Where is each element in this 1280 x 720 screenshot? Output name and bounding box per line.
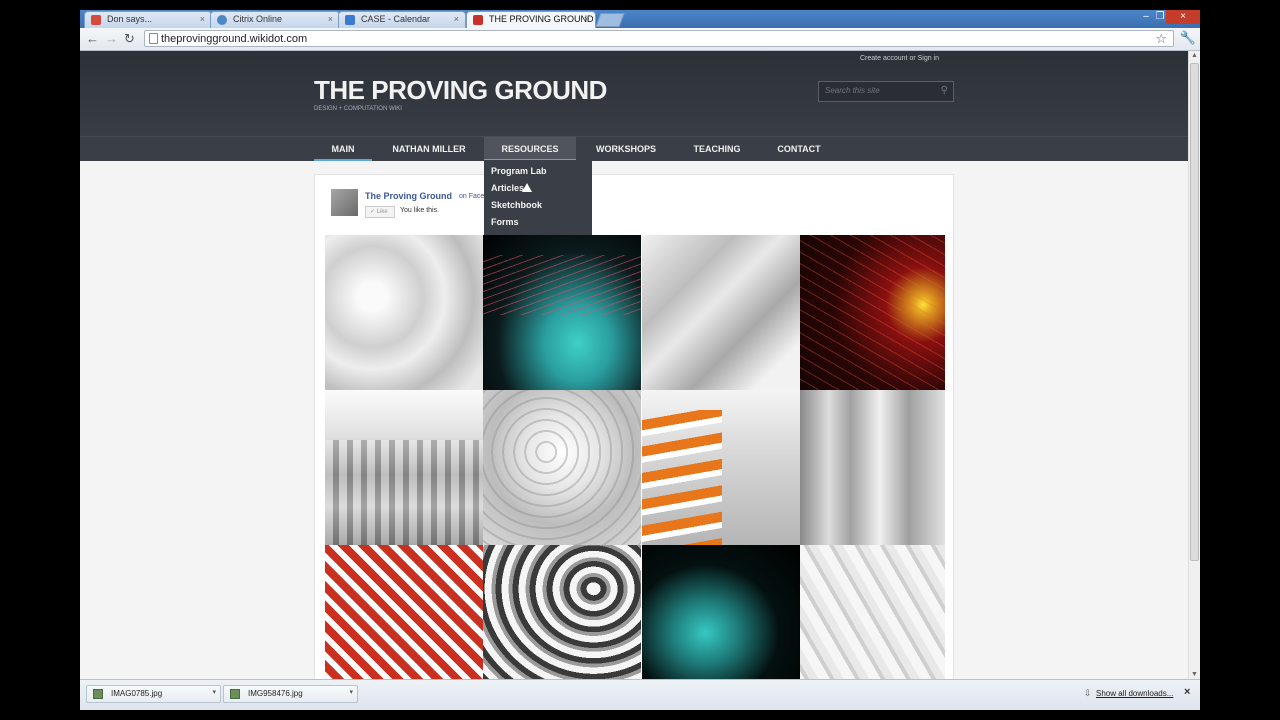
account-links: Create account or Sign in <box>860 55 939 62</box>
nav-teaching[interactable]: TEACHING <box>678 137 756 161</box>
create-account-link[interactable]: Create account <box>860 55 907 62</box>
download-filename: IMG958476.jpg <box>248 689 303 698</box>
tab-citrix-online[interactable]: Citrix Online × <box>210 11 340 28</box>
bookmark-star-icon[interactable]: ☆ <box>1155 31 1167 46</box>
page-icon <box>149 33 158 44</box>
download-menu-icon[interactable]: ▾ <box>349 688 353 696</box>
search-input[interactable]: Search this site ⚲ <box>818 81 954 102</box>
tab-label: CASE - Calendar <box>361 14 431 24</box>
search-placeholder: Search this site <box>825 86 880 95</box>
browser-window: Don says... × Citrix Online × CASE - Cal… <box>80 10 1200 710</box>
dropdown-sketchbook[interactable]: Sketchbook <box>491 200 542 210</box>
tab-don-says[interactable]: Don says... × <box>84 11 212 28</box>
facebook-avatar[interactable] <box>331 189 358 216</box>
tab-label: Citrix Online <box>233 14 283 24</box>
page-scrollbar[interactable]: ▲ ▼ <box>1188 51 1200 679</box>
download-filename: IMAG0785.jpg <box>111 689 163 698</box>
site-nav: MAIN NATHAN MILLER RESOURCES WORKSHOPS T… <box>80 136 1188 161</box>
nav-contact[interactable]: CONTACT <box>762 137 836 161</box>
facebook-you-like: You like this. <box>400 207 440 214</box>
scroll-up-icon[interactable]: ▲ <box>1191 52 1198 59</box>
download-item[interactable]: IMAG0785.jpg ▾ <box>86 685 221 703</box>
show-all-downloads-link[interactable]: Show all downloads... <box>1096 689 1173 698</box>
download-menu-icon[interactable]: ▾ <box>212 688 216 696</box>
facebook-on-text: on Face <box>459 193 485 200</box>
download-item[interactable]: IMG958476.jpg ▾ <box>223 685 358 703</box>
facebook-page-name[interactable]: The Proving Ground <box>365 191 452 201</box>
site-subtitle: DESIGN + COMPUTATION WIKI <box>314 106 402 112</box>
url-text: theprovingground.wikidot.com <box>161 33 308 45</box>
nav-nathan-miller[interactable]: NATHAN MILLER <box>377 137 481 161</box>
new-tab-button[interactable] <box>595 13 625 27</box>
web-page: Create account or Sign in THE PROVING GR… <box>80 51 1188 679</box>
gallery-image[interactable] <box>325 545 483 679</box>
scrollbar-thumb[interactable] <box>1190 63 1199 561</box>
site-title[interactable]: THE PROVING GROUND <box>314 75 607 106</box>
dropdown-articles[interactable]: Articles <box>491 183 524 193</box>
gallery-image[interactable] <box>642 235 800 390</box>
dropdown-forms[interactable]: Forms <box>491 217 519 227</box>
search-icon[interactable]: ⚲ <box>941 85 948 96</box>
tab-label: THE PROVING GROUND <box>489 14 594 24</box>
citrix-favicon-icon <box>217 15 227 25</box>
image-gallery <box>325 235 945 679</box>
gallery-image[interactable] <box>325 235 483 390</box>
gallery-image[interactable] <box>642 545 800 679</box>
downloads-bar: IMAG0785.jpg ▾ IMG958476.jpg ▾ ⇩ Show al… <box>80 679 1200 710</box>
image-file-icon <box>93 689 103 699</box>
gallery-image[interactable] <box>483 545 641 679</box>
tab-label: Don says... <box>107 14 153 24</box>
window-close-icon[interactable]: × <box>1166 10 1200 24</box>
sign-in-link[interactable]: Sign in <box>918 55 939 62</box>
tab-the-proving-ground[interactable]: THE PROVING GROUND × <box>466 11 596 28</box>
gallery-image[interactable] <box>483 235 641 390</box>
image-file-icon <box>230 689 240 699</box>
dropdown-program-lab[interactable]: Program Lab <box>491 166 547 176</box>
gallery-image[interactable] <box>642 390 800 545</box>
back-icon[interactable]: ← <box>86 31 99 47</box>
main-content: The Proving Ground on Face ✓ Like You li… <box>314 174 954 679</box>
scroll-down-icon[interactable]: ▼ <box>1191 671 1198 678</box>
facebook-like-button[interactable]: ✓ Like <box>365 206 395 218</box>
close-downloads-icon[interactable]: × <box>1184 686 1190 698</box>
tab-strip: Don says... × Citrix Online × CASE - Cal… <box>80 10 1200 28</box>
site-header: Create account or Sign in THE PROVING GR… <box>80 51 1188 136</box>
gallery-image[interactable] <box>800 545 945 679</box>
nav-resources[interactable]: RESOURCES <box>484 137 576 161</box>
address-bar[interactable]: theprovingground.wikidot.com ☆ <box>144 30 1174 47</box>
close-tab-icon[interactable]: × <box>584 12 589 27</box>
forward-icon[interactable]: → <box>105 31 118 47</box>
browser-toolbar: ← → ↻ theprovingground.wikidot.com ☆ 🔧 <box>80 28 1200 51</box>
gallery-image[interactable] <box>325 390 483 545</box>
nav-main[interactable]: MAIN <box>314 137 372 161</box>
like-label: Like <box>376 209 388 215</box>
resources-dropdown: Program Lab Articles Sketchbook Forms <box>484 160 592 235</box>
close-tab-icon[interactable]: × <box>454 12 459 27</box>
gallery-image[interactable] <box>800 390 945 545</box>
tab-case-calendar[interactable]: CASE - Calendar × <box>338 11 466 28</box>
download-arrow-icon: ⇩ <box>1084 688 1092 698</box>
mouse-cursor-icon <box>522 183 532 192</box>
wikidot-favicon-icon <box>473 15 483 25</box>
gmail-favicon-icon <box>91 15 101 25</box>
gallery-image[interactable] <box>800 235 945 390</box>
nav-workshops[interactable]: WORKSHOPS <box>580 137 672 161</box>
reload-icon[interactable]: ↻ <box>124 31 135 47</box>
close-tab-icon[interactable]: × <box>328 12 333 27</box>
or-text: or <box>909 55 916 62</box>
gallery-image[interactable] <box>483 390 641 545</box>
wrench-icon[interactable]: 🔧 <box>1180 30 1196 46</box>
calendar-favicon-icon <box>345 15 355 25</box>
close-tab-icon[interactable]: × <box>200 12 205 27</box>
